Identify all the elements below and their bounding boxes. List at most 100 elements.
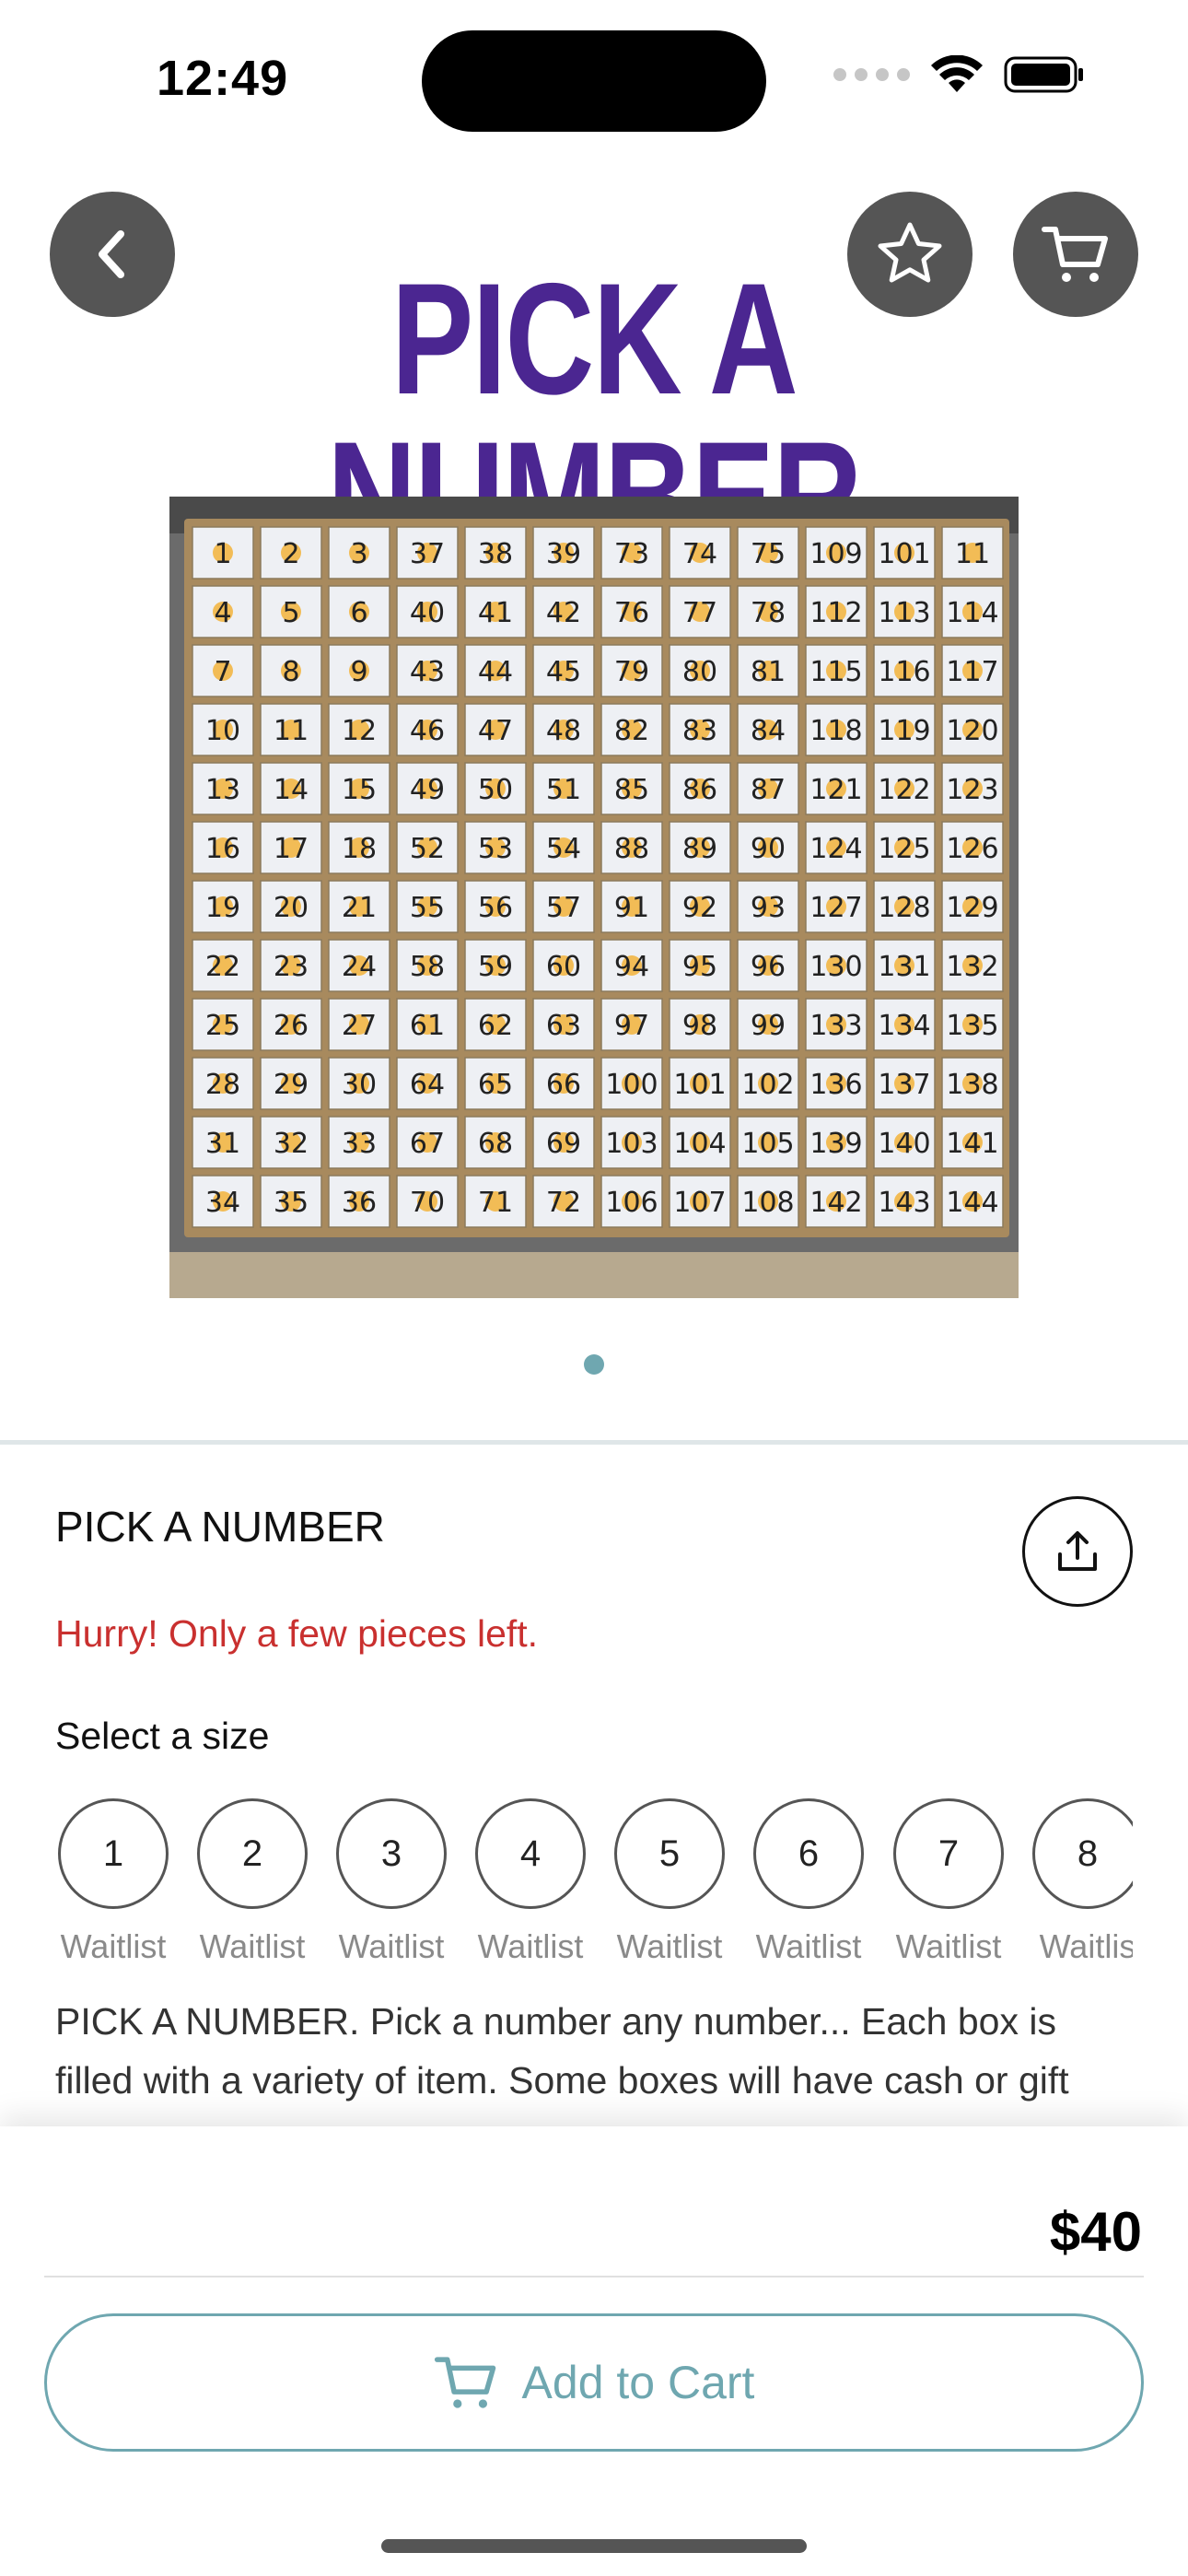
product-hero: PICK A NUMBER 12337383973747510910111456… (0, 157, 1188, 1445)
box-number: 84 (751, 715, 786, 747)
box-number: 39 (546, 538, 581, 570)
box-number: 77 (682, 597, 717, 629)
box-number: 103 (605, 1128, 658, 1160)
box-number: 41 (478, 597, 513, 629)
size-availability: Waitlist (755, 1927, 862, 1965)
battery-icon (1004, 56, 1083, 93)
share-button[interactable] (1022, 1496, 1133, 1607)
size-option[interactable]: 6 Waitlist (751, 1798, 867, 1966)
box-number: 13 (205, 774, 240, 806)
box-number: 95 (682, 951, 717, 983)
size-selector-label: Select a size (55, 1715, 270, 1757)
box-number: 129 (946, 892, 998, 924)
size-value[interactable]: 4 (475, 1798, 586, 1909)
box-number: 8 (282, 656, 299, 688)
box-number: 52 (410, 833, 445, 865)
home-indicator[interactable] (381, 2539, 807, 2553)
box-number: 53 (478, 833, 513, 865)
back-button[interactable] (50, 192, 175, 317)
box-number: 92 (682, 892, 717, 924)
box-number: 117 (946, 656, 998, 688)
size-option[interactable]: 8 Waitlis (1030, 1798, 1133, 1966)
size-value[interactable]: 7 (893, 1798, 1004, 1909)
box-number: 21 (342, 892, 377, 924)
box-number: 34 (205, 1187, 240, 1219)
carousel-page-indicator[interactable] (584, 1354, 604, 1375)
product-photo[interactable]: 1 2 3 37 38 39 73 74 75 109 101 11 4 5 6 40 41 42 76 77 78 11… (169, 497, 1019, 1298)
box-number: 1 (214, 538, 231, 570)
box-number: 139 (809, 1128, 862, 1160)
box-number: 14 (274, 774, 309, 806)
box-number: 26 (274, 1010, 309, 1042)
size-value[interactable]: 5 (614, 1798, 725, 1909)
add-to-cart-button[interactable]: Add to Cart (44, 2313, 1144, 2452)
cart-button[interactable] (1013, 192, 1138, 317)
box-number: 113 (878, 597, 930, 629)
size-value[interactable]: 6 (753, 1798, 864, 1909)
box-number: 66 (546, 1069, 581, 1101)
box-number: 16 (205, 833, 240, 865)
box-number: 74 (682, 538, 717, 570)
box-number: 128 (878, 892, 930, 924)
divider (0, 1440, 1188, 1445)
box-number: 114 (946, 597, 998, 629)
box-number: 138 (946, 1069, 998, 1101)
size-value[interactable]: 3 (336, 1798, 447, 1909)
divider (44, 2276, 1144, 2277)
size-availability: Waitlist (477, 1927, 584, 1965)
box-number: 60 (546, 951, 581, 983)
size-option[interactable]: 4 Waitlist (472, 1798, 588, 1966)
box-number: 125 (878, 833, 930, 865)
size-option[interactable]: 3 Waitlist (333, 1798, 449, 1966)
box-number: 80 (682, 656, 717, 688)
box-number: 10 (205, 715, 240, 747)
box-number: 133 (809, 1010, 862, 1042)
box-number: 61 (410, 1010, 445, 1042)
box-number: 101 (673, 1069, 726, 1101)
share-icon (1058, 1531, 1097, 1571)
size-option[interactable]: 1 Waitlist (55, 1798, 171, 1966)
box-number: 123 (946, 774, 998, 806)
size-value[interactable]: 8 (1032, 1798, 1133, 1909)
box-number: 88 (614, 833, 649, 865)
size-option[interactable]: 7 Waitlist (891, 1798, 1007, 1966)
box-number: 76 (614, 597, 649, 629)
favorite-button[interactable] (847, 192, 973, 317)
size-availability: Waitlist (895, 1927, 1002, 1965)
size-value[interactable]: 1 (58, 1798, 169, 1909)
box-number: 19 (205, 892, 240, 924)
box-number: 116 (878, 656, 930, 688)
box-number: 45 (546, 656, 581, 688)
box-number: 29 (274, 1069, 309, 1101)
box-number: 91 (614, 892, 649, 924)
box-number: 11 (955, 538, 990, 570)
box-number: 62 (478, 1010, 513, 1042)
box-number: 71 (478, 1187, 513, 1219)
status-time: 12:49 (157, 51, 289, 106)
size-value[interactable]: 2 (197, 1798, 308, 1909)
box-number: 73 (614, 538, 649, 570)
box-number: 25 (205, 1010, 240, 1042)
size-option[interactable]: 2 Waitlist (194, 1798, 310, 1966)
box-number: 85 (614, 774, 649, 806)
status-bar: 12:49 (0, 0, 1188, 157)
box-number: 35 (274, 1187, 309, 1219)
box-number: 57 (546, 892, 581, 924)
status-indicators (833, 55, 1085, 94)
box-number: 49 (410, 774, 445, 806)
box-number: 56 (478, 892, 513, 924)
box-number: 68 (478, 1128, 513, 1160)
box-number: 64 (410, 1069, 445, 1101)
size-option[interactable]: 5 Waitlist (611, 1798, 728, 1966)
box-number: 127 (809, 892, 862, 924)
box-number: 20 (274, 892, 309, 924)
box-number: 36 (342, 1187, 377, 1219)
box-number: 118 (809, 715, 862, 747)
box-number: 87 (751, 774, 786, 806)
box-number: 7 (214, 656, 231, 688)
product-name: PICK A NUMBER (55, 1503, 385, 1551)
box-number: 122 (878, 774, 930, 806)
box-number: 65 (478, 1069, 513, 1101)
box-number: 94 (614, 951, 649, 983)
size-availability: Waitlis (1039, 1927, 1133, 1965)
